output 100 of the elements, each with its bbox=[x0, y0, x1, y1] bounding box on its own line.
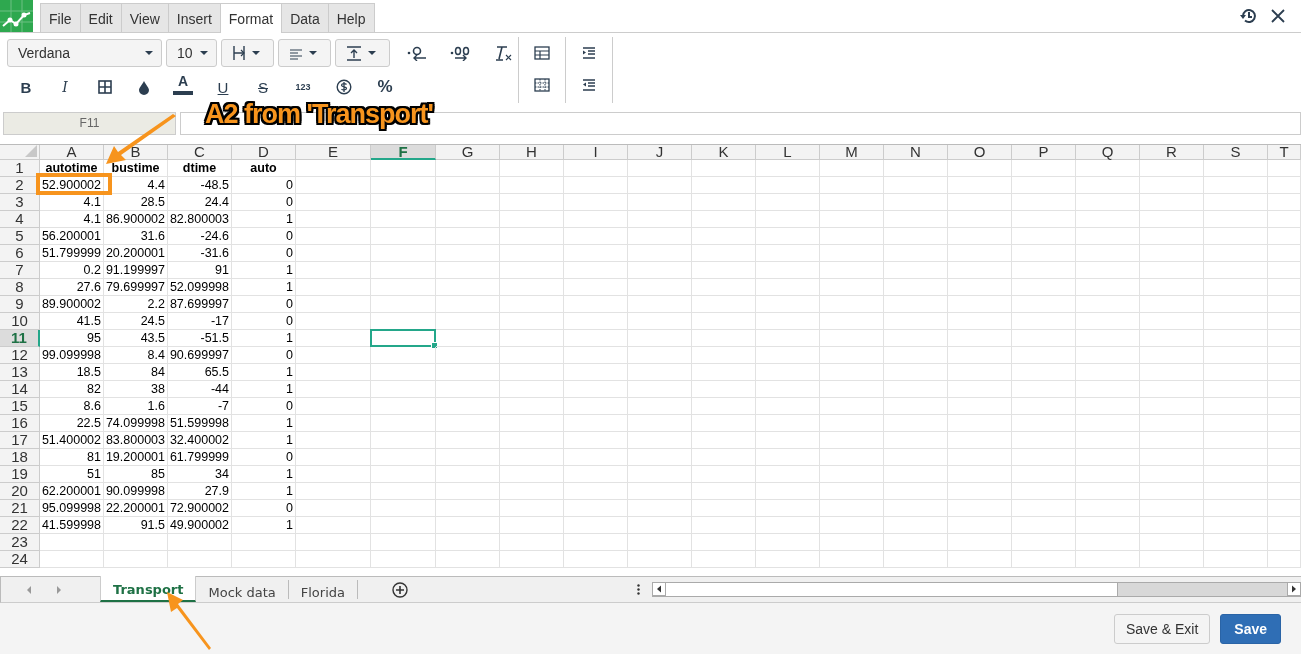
table-cell[interactable] bbox=[564, 466, 628, 483]
row-header[interactable]: 16 bbox=[0, 415, 40, 432]
table-cell[interactable] bbox=[692, 160, 756, 177]
table-cell[interactable] bbox=[436, 245, 500, 262]
table-cell[interactable] bbox=[692, 228, 756, 245]
row-header[interactable]: 23 bbox=[0, 534, 40, 551]
table-cell[interactable]: 32.400002 bbox=[168, 432, 232, 449]
table-cell[interactable] bbox=[1204, 279, 1268, 296]
table-cell[interactable] bbox=[296, 194, 371, 211]
font-dropdown[interactable]: Verdana bbox=[7, 39, 162, 67]
table-cell[interactable] bbox=[756, 211, 820, 228]
table-cell[interactable] bbox=[1268, 177, 1301, 194]
table-cell[interactable]: 22.5 bbox=[40, 415, 104, 432]
table-cell[interactable] bbox=[756, 347, 820, 364]
table-cell[interactable] bbox=[1268, 228, 1301, 245]
table-cell[interactable]: 79.699997 bbox=[104, 279, 168, 296]
table-cell[interactable] bbox=[1204, 449, 1268, 466]
table-cell[interactable] bbox=[1012, 551, 1076, 568]
table-cell[interactable] bbox=[40, 551, 104, 568]
table-cell[interactable] bbox=[436, 228, 500, 245]
table-cell[interactable] bbox=[1140, 551, 1204, 568]
scrollbar-thumb[interactable] bbox=[666, 583, 1118, 596]
table-cell[interactable] bbox=[1268, 347, 1301, 364]
table-cell[interactable] bbox=[948, 330, 1012, 347]
table-cell[interactable] bbox=[296, 279, 371, 296]
table-cell[interactable] bbox=[756, 517, 820, 534]
table-cell[interactable] bbox=[500, 279, 564, 296]
table-cell[interactable] bbox=[884, 279, 948, 296]
table-cell[interactable] bbox=[1268, 483, 1301, 500]
table-cell[interactable] bbox=[948, 415, 1012, 432]
table-cell[interactable] bbox=[1268, 415, 1301, 432]
table-cell[interactable] bbox=[1268, 432, 1301, 449]
table-cell[interactable]: 99.099998 bbox=[40, 347, 104, 364]
table-cell[interactable] bbox=[296, 483, 371, 500]
table-cell[interactable] bbox=[884, 330, 948, 347]
table-cell[interactable] bbox=[500, 500, 564, 517]
table-cell[interactable] bbox=[1140, 228, 1204, 245]
table-cell[interactable] bbox=[1140, 347, 1204, 364]
column-header[interactable]: S bbox=[1204, 145, 1268, 160]
table-cell[interactable]: 0.2 bbox=[40, 262, 104, 279]
table-cell[interactable] bbox=[884, 211, 948, 228]
table-cell[interactable]: 51.799999 bbox=[40, 245, 104, 262]
table-cell[interactable] bbox=[500, 449, 564, 466]
table-cell[interactable]: 1.6 bbox=[104, 398, 168, 415]
table-cell[interactable]: 1 bbox=[232, 211, 296, 228]
column-header[interactable]: K bbox=[692, 145, 756, 160]
table-cell[interactable] bbox=[948, 228, 1012, 245]
table-cell[interactable] bbox=[1140, 211, 1204, 228]
table-cell[interactable] bbox=[1012, 160, 1076, 177]
table-cell[interactable] bbox=[296, 415, 371, 432]
table-cell[interactable]: 52.900002 bbox=[40, 177, 104, 194]
table-cell[interactable] bbox=[1012, 347, 1076, 364]
table-cell[interactable] bbox=[756, 449, 820, 466]
table-cell[interactable] bbox=[1204, 347, 1268, 364]
table-cell[interactable] bbox=[1268, 279, 1301, 296]
table-cell[interactable] bbox=[436, 160, 500, 177]
close-icon[interactable] bbox=[1271, 9, 1285, 23]
table-cell[interactable] bbox=[756, 296, 820, 313]
table-cell[interactable] bbox=[296, 432, 371, 449]
table-cell[interactable] bbox=[500, 517, 564, 534]
table-cell[interactable] bbox=[1204, 551, 1268, 568]
table-cell[interactable] bbox=[692, 398, 756, 415]
column-header[interactable]: H bbox=[500, 145, 564, 160]
table-cell[interactable] bbox=[1140, 534, 1204, 551]
table-cell[interactable] bbox=[371, 398, 436, 415]
table-cell[interactable] bbox=[500, 398, 564, 415]
table-cell[interactable] bbox=[436, 279, 500, 296]
table-cell[interactable] bbox=[500, 330, 564, 347]
table-cell[interactable] bbox=[564, 551, 628, 568]
table-cell[interactable] bbox=[564, 245, 628, 262]
table-cell[interactable] bbox=[1268, 364, 1301, 381]
table-cell[interactable] bbox=[564, 449, 628, 466]
table-cell[interactable] bbox=[1076, 245, 1140, 262]
table-cell[interactable] bbox=[436, 347, 500, 364]
table-cell[interactable] bbox=[1204, 228, 1268, 245]
table-cell[interactable]: 72.900002 bbox=[168, 500, 232, 517]
table-cell[interactable] bbox=[296, 517, 371, 534]
row-header[interactable]: 5 bbox=[0, 228, 40, 245]
table-cell[interactable] bbox=[1268, 313, 1301, 330]
table-cell[interactable] bbox=[1268, 466, 1301, 483]
table-cell[interactable] bbox=[948, 177, 1012, 194]
table-cell[interactable] bbox=[371, 449, 436, 466]
menu-tab[interactable]: Insert bbox=[167, 3, 221, 32]
table-cell[interactable] bbox=[692, 551, 756, 568]
table-cell[interactable] bbox=[371, 160, 436, 177]
table-cell[interactable] bbox=[500, 228, 564, 245]
table-cell[interactable] bbox=[564, 296, 628, 313]
table-cell[interactable] bbox=[371, 177, 436, 194]
table-cell[interactable] bbox=[500, 551, 564, 568]
table-cell[interactable] bbox=[884, 194, 948, 211]
table-cell[interactable] bbox=[820, 330, 884, 347]
table-cell[interactable] bbox=[436, 381, 500, 398]
table-cell[interactable]: 95 bbox=[40, 330, 104, 347]
row-header[interactable]: 8 bbox=[0, 279, 40, 296]
table-cell[interactable] bbox=[756, 381, 820, 398]
table-cell[interactable] bbox=[1012, 228, 1076, 245]
sheet-tab[interactable]: Florida bbox=[288, 580, 358, 599]
table-cell[interactable] bbox=[1076, 500, 1140, 517]
table-cell[interactable] bbox=[884, 381, 948, 398]
table-cell[interactable] bbox=[948, 466, 1012, 483]
